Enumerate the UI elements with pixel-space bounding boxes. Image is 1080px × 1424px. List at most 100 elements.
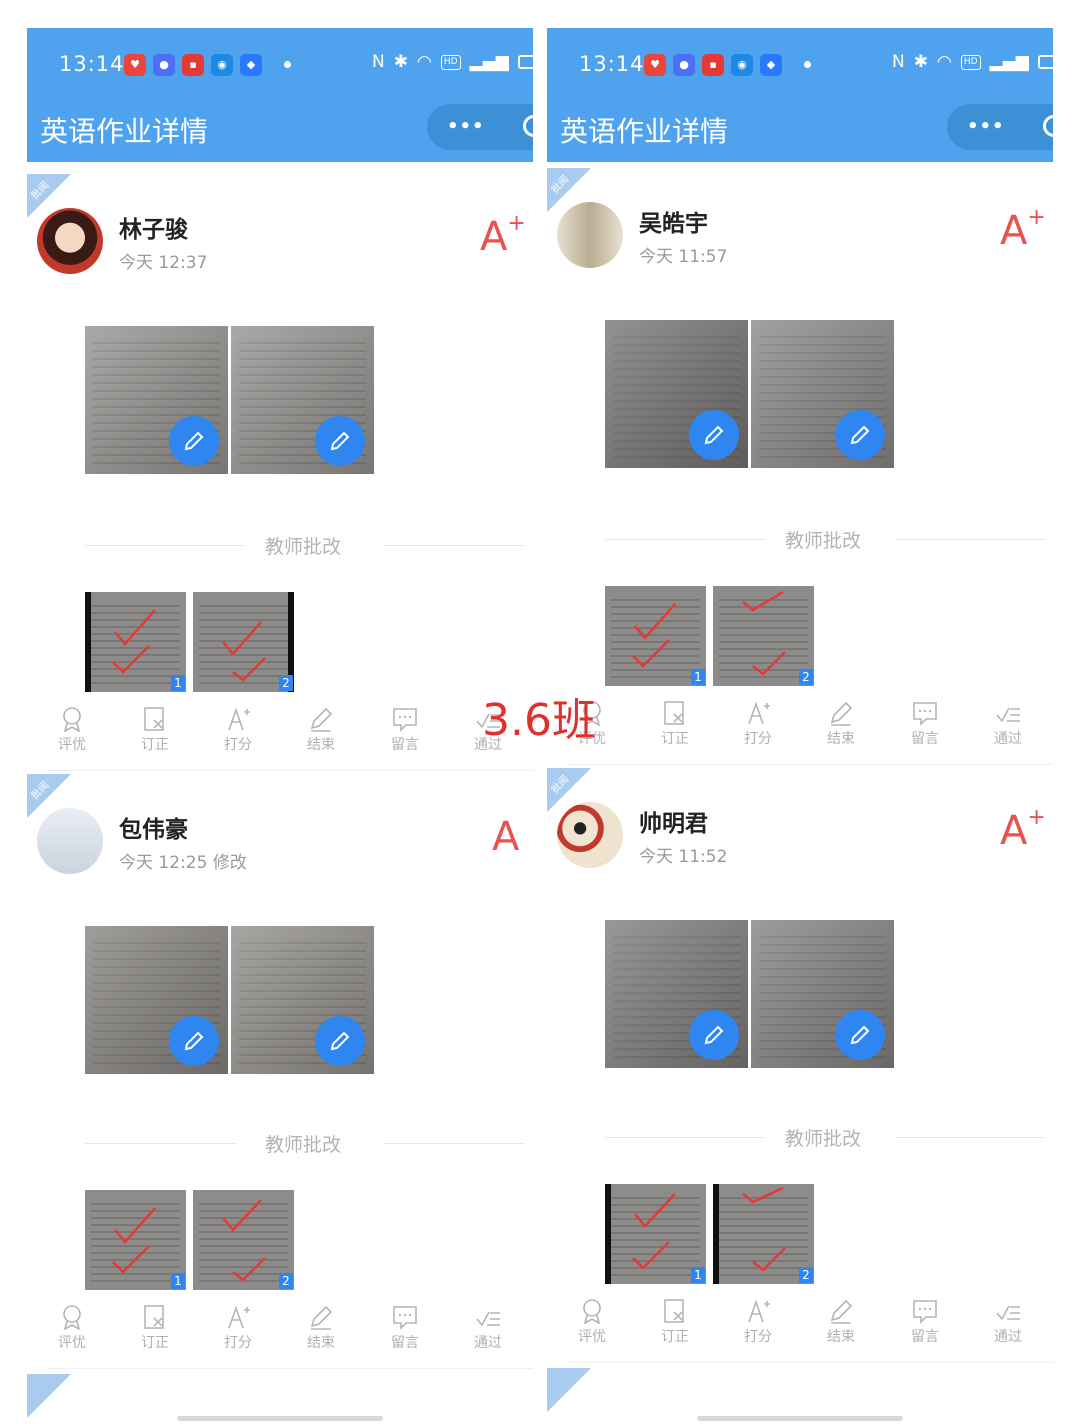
- teacher-correction-divider: 教师批改: [605, 1124, 1045, 1150]
- next-card-ribbon: [547, 1368, 591, 1412]
- corrected-photo[interactable]: 2: [193, 1190, 294, 1290]
- correct-button[interactable]: 订正: [125, 706, 185, 754]
- edit-photo-button[interactable]: [835, 1010, 885, 1060]
- hd-icon: HD: [440, 54, 461, 70]
- card-separator: [567, 1362, 1053, 1363]
- close-circle-icon[interactable]: [523, 115, 533, 137]
- excellent-button[interactable]: 评优: [42, 1304, 102, 1352]
- wifi-icon: ◠: [416, 52, 432, 72]
- correct-button[interactable]: 订正: [645, 1298, 705, 1346]
- pass-button[interactable]: 通过: [978, 700, 1038, 748]
- homework-photo[interactable]: [231, 326, 374, 474]
- medal-icon: [63, 1305, 81, 1330]
- score-icon: [748, 1299, 770, 1323]
- avatar[interactable]: [557, 202, 623, 268]
- edit-photo-button[interactable]: [689, 410, 739, 460]
- correct-button[interactable]: 订正: [645, 700, 705, 748]
- excellent-button[interactable]: 评优: [42, 706, 102, 754]
- comment-button[interactable]: 留言: [375, 1304, 435, 1352]
- bluetooth-icon: ✱: [393, 52, 408, 72]
- correct-icon: [144, 707, 164, 731]
- home-indicator[interactable]: [177, 1416, 383, 1421]
- corrected-photo[interactable]: 1: [85, 592, 186, 692]
- edit-photo-button[interactable]: [689, 1010, 739, 1060]
- end-pen-icon: [310, 707, 333, 732]
- excellent-button[interactable]: 评优: [562, 1298, 622, 1346]
- corrected-photo[interactable]: 2: [193, 592, 294, 692]
- score-button[interactable]: 打分: [728, 1298, 788, 1346]
- homework-photo[interactable]: [85, 326, 228, 474]
- end-pen-icon: [310, 1305, 333, 1330]
- avatar[interactable]: [37, 808, 103, 874]
- close-circle-icon[interactable]: [1043, 115, 1053, 137]
- submit-time: 今天 11:57: [639, 247, 728, 267]
- homework-photo[interactable]: [605, 320, 748, 468]
- pencil-icon: [850, 425, 870, 445]
- end-button[interactable]: 结束: [291, 1304, 351, 1352]
- mini-program-capsule[interactable]: •••: [947, 104, 1053, 150]
- action-toolbar: 评优 订正 打分 结束 留言 通过: [27, 1304, 533, 1366]
- home-indicator[interactable]: [697, 1416, 903, 1421]
- corrected-photo[interactable]: 1: [605, 1184, 706, 1284]
- hd-icon: HD: [960, 54, 981, 70]
- edit-photo-button[interactable]: [315, 1016, 365, 1066]
- grade-badge[interactable]: A: [492, 814, 519, 860]
- edit-photo-button[interactable]: [315, 416, 365, 466]
- photo-index: 1: [691, 1267, 705, 1283]
- action-toolbar: 评优 订正 打分 结束 留言 通过: [547, 700, 1053, 762]
- grade-letter: A: [1000, 808, 1028, 854]
- score-button[interactable]: 打分: [728, 700, 788, 748]
- more-icon[interactable]: •••: [447, 116, 485, 137]
- edit-photo-button[interactable]: [169, 1016, 219, 1066]
- score-icon: [748, 701, 770, 725]
- pass-button[interactable]: 通过: [458, 1304, 518, 1352]
- comment-button[interactable]: 留言: [375, 706, 435, 754]
- corrected-photo[interactable]: 1: [85, 1190, 186, 1290]
- comment-button[interactable]: 留言: [895, 700, 955, 748]
- end-button[interactable]: 结束: [811, 1298, 871, 1346]
- nfc-icon: N: [892, 52, 905, 72]
- pass-icon: [996, 1305, 1020, 1321]
- avatar[interactable]: [557, 802, 623, 868]
- homework-photo[interactable]: [231, 926, 374, 1074]
- grade-badge[interactable]: A+: [1000, 805, 1046, 854]
- edit-photo-button[interactable]: [835, 410, 885, 460]
- photo-index: 1: [171, 675, 185, 691]
- submission-card: 批阅 帅明君 今天 11:52 A+ 教师批改 1 2 评优 订正 打分 结束 …: [547, 768, 1053, 1368]
- more-icon[interactable]: •••: [967, 116, 1005, 137]
- correct-button[interactable]: 订正: [125, 1304, 185, 1352]
- correct-icon: [664, 1299, 684, 1323]
- section-label: 教师批改: [265, 536, 342, 558]
- end-button[interactable]: 结束: [291, 706, 351, 754]
- bluetooth-icon: ✱: [913, 52, 928, 72]
- card-separator: [567, 764, 1053, 765]
- action-toolbar: 评优 订正 打分 结束 留言 通过: [27, 706, 533, 768]
- homework-photo[interactable]: [85, 926, 228, 1074]
- homework-photo[interactable]: [751, 920, 894, 1068]
- score-button[interactable]: 打分: [208, 706, 268, 754]
- mini-program-capsule[interactable]: •••: [427, 104, 533, 150]
- qq-app-icon: ◉: [731, 54, 753, 76]
- homework-photo[interactable]: [605, 920, 748, 1068]
- pass-button[interactable]: 通过: [978, 1298, 1038, 1346]
- card-separator: [47, 1368, 533, 1369]
- grade-badge[interactable]: A+: [480, 211, 526, 260]
- pencil-icon: [184, 431, 204, 451]
- submit-time: 今天 12:25 修改: [119, 853, 247, 873]
- class-overlay-label: 3.6班: [482, 695, 596, 746]
- avatar[interactable]: [37, 208, 103, 274]
- corrected-photo[interactable]: 2: [713, 1184, 814, 1284]
- grade-badge[interactable]: A+: [1000, 205, 1046, 254]
- system-status-icons: N ✱ ◠ HD ▂▄▆: [892, 52, 1053, 72]
- status-time: 13:14: [59, 52, 125, 76]
- comment-button[interactable]: 留言: [895, 1298, 955, 1346]
- grade-letter: A: [492, 814, 520, 860]
- end-button[interactable]: 结束: [811, 700, 871, 748]
- homework-photo[interactable]: [751, 320, 894, 468]
- submit-time: 今天 11:52: [639, 847, 728, 867]
- status-bar: 13:14 ♥ ● ■ ◉ ◆ N ✱ ◠ HD ▂▄▆: [547, 28, 1053, 104]
- corrected-photo[interactable]: 2: [713, 586, 814, 686]
- edit-photo-button[interactable]: [169, 416, 219, 466]
- score-button[interactable]: 打分: [208, 1304, 268, 1352]
- corrected-photo[interactable]: 1: [605, 586, 706, 686]
